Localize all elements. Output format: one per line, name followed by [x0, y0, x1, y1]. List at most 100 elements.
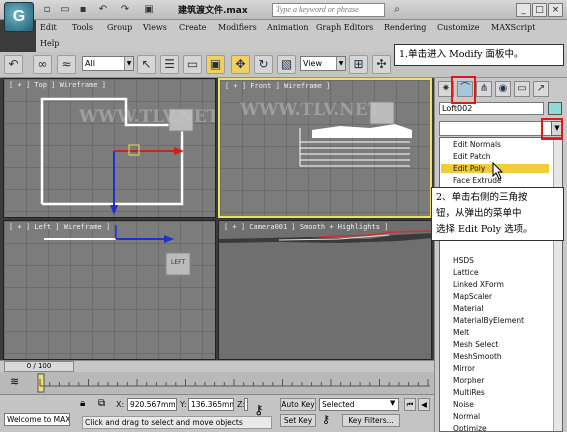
rectangle-selection-icon[interactable]: ▭ [183, 55, 202, 74]
select-and-link-icon[interactable]: ∞ [33, 55, 52, 74]
list-item[interactable]: Linked XForm [453, 280, 504, 289]
menu-views[interactable]: Views [143, 23, 167, 32]
menu-customize[interactable]: Customize [437, 23, 480, 32]
bind-space-warp-icon[interactable]: ≈ [57, 55, 76, 74]
list-item[interactable]: HSDS [453, 256, 474, 265]
menu-tools[interactable]: Tools [72, 23, 93, 32]
menu-rendering[interactable]: Rendering [384, 23, 426, 32]
select-object-icon[interactable]: ↖ [137, 55, 156, 74]
viewport-front-label[interactable]: [ + ] Front ] Wireframe ] [225, 82, 330, 90]
list-item[interactable]: Noise [453, 400, 474, 409]
list-item[interactable]: MeshSmooth [453, 352, 502, 361]
viewport-camera[interactable]: [ + ] Camera001 ] Smooth + Highlights ] [218, 220, 432, 360]
list-item[interactable]: Edit Patch [453, 152, 491, 161]
list-item[interactable]: Edit Normals [453, 140, 501, 149]
viewport-left-label[interactable]: [ + ] Left ] Wireframe ] [9, 223, 110, 231]
set-key-button[interactable]: Set Key [280, 414, 316, 427]
list-item[interactable]: Normal [453, 412, 480, 421]
maximize-button[interactable]: □ [532, 3, 547, 17]
set-keys-icon[interactable]: ⚷ [322, 413, 330, 426]
list-item[interactable]: Melt [453, 328, 469, 337]
list-item[interactable]: Morpher [453, 376, 484, 385]
previous-frame-icon[interactable]: ◀ [418, 398, 430, 411]
frame-counter[interactable]: 0 / 100 [4, 361, 74, 372]
select-by-name-icon[interactable]: ☰ [160, 55, 179, 74]
utilities-tab-icon[interactable]: ↗ [533, 81, 549, 97]
viewport-top[interactable]: [ + ] Top ] Wireframe ] WWW.TLV.NET [3, 78, 216, 218]
list-item[interactable]: Mirror [453, 364, 475, 373]
menu-modifiers[interactable]: Modifiers [218, 23, 257, 32]
status-bar: Welcome to MAX 🔒︎ ⧉ X: 920.567mm Y: 136.… [0, 394, 434, 432]
x-coordinate-field[interactable]: 920.567mm [127, 398, 177, 411]
callout-step2-line2: 钮，从弹出的菜单中 [436, 208, 522, 219]
minimize-button[interactable]: _ [516, 3, 531, 17]
top-view-geometry [40, 97, 194, 215]
scale-icon[interactable]: ▧ [277, 55, 296, 74]
list-item[interactable]: MaterialByElement [453, 316, 524, 325]
z-coordinate-field[interactable] [244, 398, 248, 411]
viewport-left[interactable]: [ + ] Left ] Wireframe ] LEFT [3, 220, 216, 360]
selection-filter-select[interactable]: All ▼ [82, 56, 134, 71]
track-bar-ruler [37, 373, 430, 393]
undo-icon[interactable]: ↶ [96, 3, 110, 16]
menu-edit[interactable]: Edit [40, 23, 57, 32]
key-filter-selection-select[interactable]: Selected [319, 398, 399, 411]
search-icon[interactable]: ⌕ [390, 3, 404, 16]
modifier-dropdown-list: Edit Normals Edit Patch Edit Poly Face E… [439, 137, 563, 432]
hierarchy-tab-icon[interactable]: ⋔ [476, 81, 492, 97]
list-item[interactable]: Mesh Select [453, 340, 498, 349]
window-crossing-icon[interactable]: ▣ [206, 55, 225, 74]
redo-icon[interactable]: ↷ [118, 3, 132, 16]
mini-curve-editor-icon[interactable]: ≋ [10, 375, 19, 388]
menu-group[interactable]: Group [107, 23, 132, 32]
key-filters-button[interactable]: Key Filters... [342, 414, 400, 427]
selection-value: Selected [322, 400, 355, 409]
auto-key-button[interactable]: Auto Key [280, 398, 316, 411]
chevron-down-icon[interactable]: ▼ [390, 399, 395, 407]
reference-coordinate-value: View [303, 59, 322, 68]
motion-tab-icon[interactable]: ◉ [495, 81, 511, 97]
dropdown-scrollbar[interactable] [553, 138, 562, 431]
viewport-top-label[interactable]: [ + ] Top ] Wireframe ] [9, 81, 106, 89]
absolute-mode-icon[interactable]: ⧉ [98, 398, 105, 409]
reference-coordinate-select[interactable]: View ▼ [300, 56, 346, 71]
y-coordinate-field[interactable]: 136.365mm [188, 398, 234, 411]
project-folder-icon[interactable]: ▣ [142, 3, 156, 16]
title-bar: ▫ ▭ ▪ ↶ ↷ ▣ 建筑渡文件.max Type a keyword or … [0, 0, 567, 20]
lock-selection-icon[interactable]: 🔒︎ [80, 398, 85, 409]
menu-create[interactable]: Create [179, 23, 206, 32]
menu-maxscript[interactable]: MAXScript [491, 23, 535, 32]
list-item[interactable]: Material [453, 304, 483, 313]
open-file-icon[interactable]: ▭ [58, 3, 72, 16]
x-label: X: [116, 400, 125, 409]
display-tab-icon[interactable]: ▭ [514, 81, 530, 97]
go-to-start-icon[interactable]: ⏮ [404, 398, 416, 411]
new-file-icon[interactable]: ▫ [40, 3, 54, 16]
list-item[interactable]: Lattice [453, 268, 478, 277]
track-bar[interactable]: ≋ [0, 372, 434, 394]
undo-toolbar-icon[interactable]: ↶ [4, 55, 23, 74]
pivot-center-icon[interactable]: ⊞ [349, 55, 368, 74]
rotate-icon[interactable]: ↻ [254, 55, 273, 74]
watermark-text: WWW.TLV.NET [240, 100, 381, 120]
save-icon[interactable]: ▪ [76, 3, 90, 16]
move-icon[interactable]: ✥ [231, 55, 250, 74]
viewport-front[interactable]: [ + ] Front ] Wireframe ] WWW.TLV.NET [218, 78, 432, 218]
modify-tab-highlight [451, 76, 476, 104]
list-item[interactable]: MapScaler [453, 292, 492, 301]
object-color-swatch[interactable] [548, 102, 562, 115]
menu-help[interactable]: Help [40, 39, 59, 48]
modifier-list-combo[interactable] [439, 121, 552, 136]
time-slider[interactable]: 0 / 100 [0, 360, 434, 372]
menu-animation[interactable]: Animation [267, 23, 309, 32]
close-button[interactable]: × [548, 3, 563, 17]
menu-graph-editors[interactable]: Graph Editors [316, 23, 373, 32]
maxscript-listener[interactable]: Welcome to MAX [4, 413, 70, 426]
manipulate-icon[interactable]: ✣ [372, 55, 391, 74]
callout-step2-line1: 2、单击右侧的三角按 [436, 192, 528, 203]
list-item[interactable]: MultiRes [453, 388, 485, 397]
viewport-camera-label[interactable]: [ + ] Camera001 ] Smooth + Highlights ] [224, 223, 388, 231]
app-logo-icon[interactable]: G [4, 2, 34, 32]
list-item[interactable]: Optimize [453, 424, 487, 431]
search-input[interactable]: Type a keyword or phrase [272, 3, 385, 17]
